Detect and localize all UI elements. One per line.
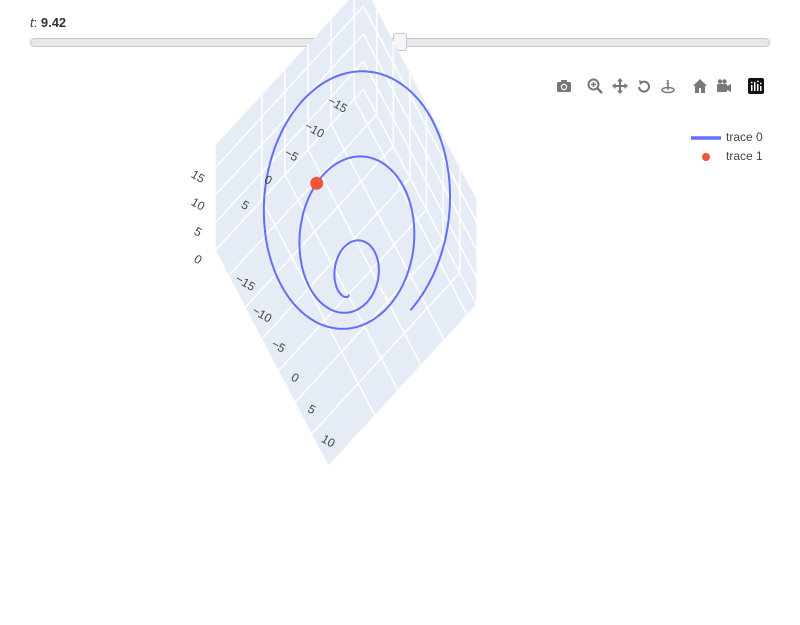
- z-tick-label: 10: [189, 195, 208, 214]
- legend[interactable]: trace 0 trace 1: [691, 130, 763, 163]
- z-tick-label: 0: [192, 252, 205, 268]
- legend-label: trace 0: [726, 130, 763, 144]
- chart-area[interactable]: −15−10−50510−15−10−505051015 trace 0trac…: [0, 0, 800, 625]
- legend-item[interactable]: trace 0: [691, 130, 763, 144]
- legend-item[interactable]: trace 1: [702, 149, 763, 163]
- trace-1-point: [310, 176, 324, 190]
- legend-label: trace 1: [726, 149, 763, 163]
- legend-swatch-marker: [702, 153, 710, 161]
- z-tick-label: 5: [192, 224, 205, 240]
- z-tick-label: 15: [189, 167, 208, 186]
